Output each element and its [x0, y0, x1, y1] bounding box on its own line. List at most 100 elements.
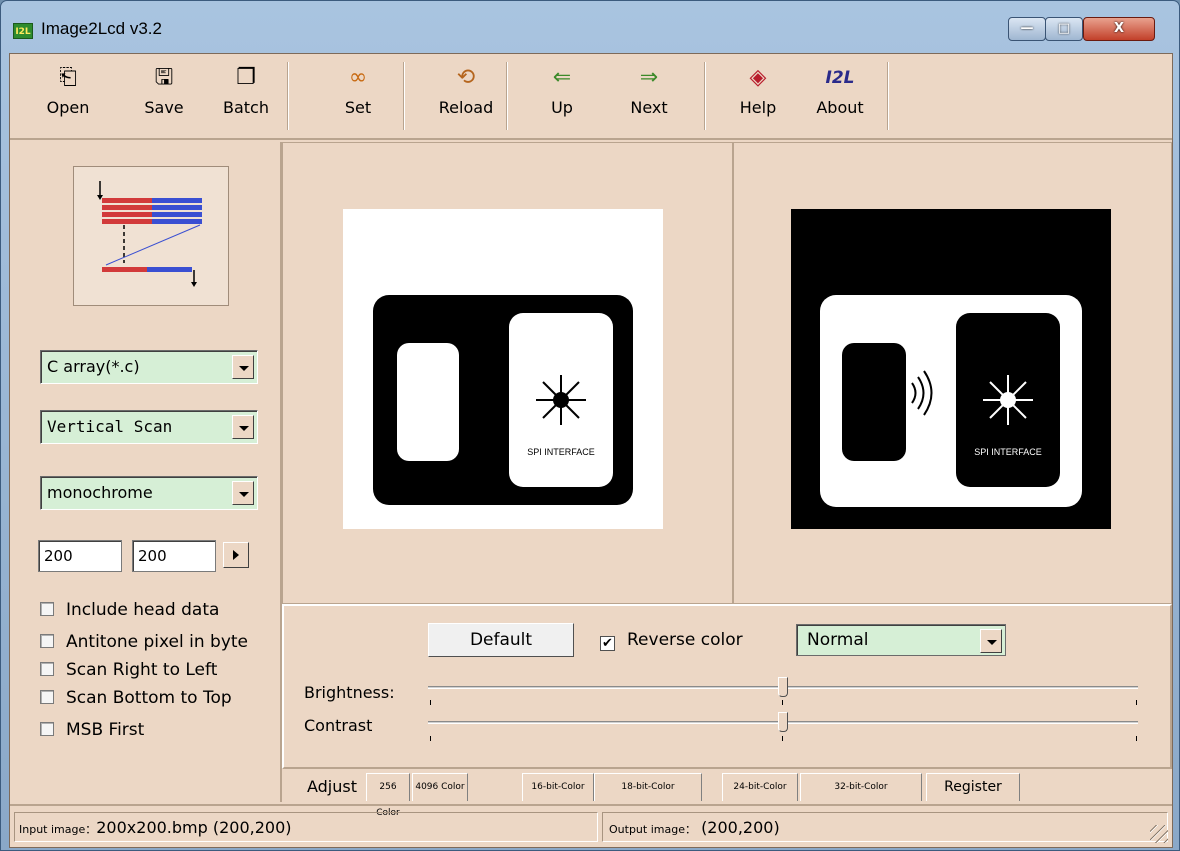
arrow-left-icon: ⇐ [552, 65, 572, 90]
chevron-down-icon[interactable] [980, 629, 1002, 653]
tab-32-bit-color[interactable]: 32-bit-Color [800, 773, 922, 801]
minimize-button[interactable]: — [1008, 17, 1046, 41]
contrast-slider-thumb[interactable] [778, 712, 788, 732]
toolbar: ⎗ Open 🖫 Save ❐ Batch ∞ Set ⟲ Reload ⇐ U… [10, 54, 1172, 140]
input-image-key: Input image： [19, 823, 97, 836]
msb-first-checkbox[interactable]: MSB First [40, 720, 144, 746]
input-image-preview: SPI INTERFACE [343, 209, 663, 529]
tab-18-bit-color[interactable]: 18-bit-Color [594, 773, 702, 801]
mode-select[interactable]: Normal [796, 624, 1006, 656]
about-icon: I2L [825, 68, 855, 88]
output-image-status: Output image： (200,200) [602, 812, 1168, 842]
checkbox-box[interactable] [40, 634, 54, 648]
save-disk-icon: 🖫 [154, 65, 174, 90]
color-mode-select[interactable]: monochrome [40, 476, 258, 510]
reverse-color-label: Reverse color [627, 630, 743, 650]
mode-value: Normal [807, 630, 869, 650]
contrast-label: Contrast [304, 716, 373, 735]
toolbar-separator [887, 62, 889, 130]
checkbox-label: Scan Right to Left [66, 660, 218, 680]
close-icon: X [1113, 21, 1125, 36]
checkbox-box[interactable] [40, 662, 54, 676]
input-image-status: Input image：200x200.bmp (200,200) [14, 812, 598, 842]
batch-button[interactable]: ❐ Batch [210, 64, 282, 130]
close-button[interactable]: X [1083, 17, 1155, 41]
about-button[interactable]: I2L About [804, 64, 876, 130]
color-mode-value: monochrome [47, 483, 153, 502]
chevron-down-icon[interactable] [232, 481, 254, 505]
tick-mark [1136, 736, 1137, 741]
set-button[interactable]: ∞ Set [322, 64, 394, 130]
scan-bottom-to-top-checkbox[interactable]: Scan Bottom to Top [40, 688, 232, 714]
open-button[interactable]: ⎗ Open [32, 64, 104, 130]
chevron-down-icon[interactable] [232, 355, 254, 379]
checkbox-box[interactable] [40, 602, 54, 616]
minimize-icon: — [1020, 21, 1034, 36]
checkbox-label: Include head data [66, 600, 220, 620]
save-label: Save [144, 98, 184, 117]
scan-mode-select[interactable]: Vertical Scan [40, 410, 258, 444]
scan-mode-value: Vertical Scan [47, 417, 173, 436]
set-label: Set [344, 98, 372, 117]
up-label: Up [551, 98, 573, 117]
output-type-value: C array(*.c) [47, 357, 140, 376]
input-caption: SPI INTERFACE [527, 447, 595, 457]
check-icon[interactable]: ✔ [600, 636, 615, 651]
checkbox-box[interactable] [40, 690, 54, 704]
client-area: ⎗ Open 🖫 Save ❐ Batch ∞ Set ⟲ Reload ⇐ U… [9, 53, 1173, 848]
batch-icon: ❐ [236, 65, 256, 90]
brightness-label: Brightness: [304, 683, 395, 702]
checkbox-box[interactable] [40, 722, 54, 736]
width-input[interactable]: 200 [38, 540, 122, 572]
tick-mark [782, 700, 783, 705]
output-image-pane: SPI INTERFACE [733, 142, 1172, 604]
output-caption: SPI INTERFACE [974, 447, 1042, 457]
next-label: Next [630, 98, 668, 117]
tick-mark [430, 736, 431, 741]
app-window: I2L Image2Lcd v3.2 — □ X ⎗ Open 🖫 Save ❐… [0, 0, 1180, 851]
resize-grip[interactable] [1150, 825, 1168, 843]
tab-register[interactable]: Register [926, 773, 1020, 801]
up-button[interactable]: ⇐ Up [526, 64, 598, 130]
toolbar-separator [506, 62, 508, 130]
scan-right-to-left-checkbox[interactable]: Scan Right to Left [40, 660, 217, 686]
title-bar[interactable]: I2L Image2Lcd v3.2 — □ X [1, 1, 1179, 53]
open-folder-icon: ⎗ [59, 65, 77, 90]
reload-label: Reload [438, 98, 494, 117]
reverse-color-checkbox[interactable]: ✔ Reverse color [600, 630, 743, 651]
output-image-preview: SPI INTERFACE [791, 209, 1111, 529]
antitone-pixel-checkbox[interactable]: Antitone pixel in byte [40, 632, 248, 658]
arrow-right-icon: ⇒ [639, 65, 659, 90]
tick-mark [782, 736, 783, 741]
output-type-select[interactable]: C array(*.c) [40, 350, 258, 384]
tab-256-color[interactable]: 256 Color [366, 773, 410, 818]
batch-label: Batch [223, 98, 269, 117]
tab-16-bit-color[interactable]: 16-bit-Color [522, 773, 594, 801]
maximize-icon: □ [1057, 21, 1071, 36]
reload-icon: ⟲ [456, 65, 476, 90]
help-label: Help [739, 98, 777, 117]
chevron-down-icon[interactable] [232, 415, 254, 439]
settings-panel: C array(*.c) Vertical Scan monochrome 20… [10, 142, 282, 802]
output-image-key: Output image： [609, 823, 696, 836]
apply-size-button[interactable] [223, 542, 249, 568]
reload-button[interactable]: ⟲ Reload [430, 64, 502, 130]
tab-24-bit-color[interactable]: 24-bit-Color [722, 773, 798, 801]
help-button[interactable]: ◈ Help [722, 64, 794, 130]
height-input[interactable]: 200 [132, 540, 216, 572]
brightness-slider-thumb[interactable] [778, 677, 788, 697]
default-button[interactable]: Default [428, 623, 574, 657]
include-head-data-checkbox[interactable]: Include head data [40, 600, 219, 626]
tab-bar: Adjust 256 Color 4096 Color 16-bit-Color… [282, 771, 1172, 818]
save-button[interactable]: 🖫 Save [128, 64, 200, 130]
toolbar-separator [287, 62, 289, 130]
tab-4096-color[interactable]: 4096 Color [412, 773, 468, 801]
checkbox-label: Scan Bottom to Top [66, 688, 232, 708]
status-bar: Input image：200x200.bmp (200,200) Output… [10, 804, 1172, 847]
next-button[interactable]: ⇒ Next [613, 64, 685, 130]
maximize-button[interactable]: □ [1045, 17, 1083, 41]
tab-adjust[interactable]: Adjust [300, 771, 364, 803]
output-image-value: (200,200) [701, 818, 780, 837]
open-label: Open [46, 98, 90, 117]
input-image-value: 200x200.bmp (200,200) [96, 818, 292, 837]
